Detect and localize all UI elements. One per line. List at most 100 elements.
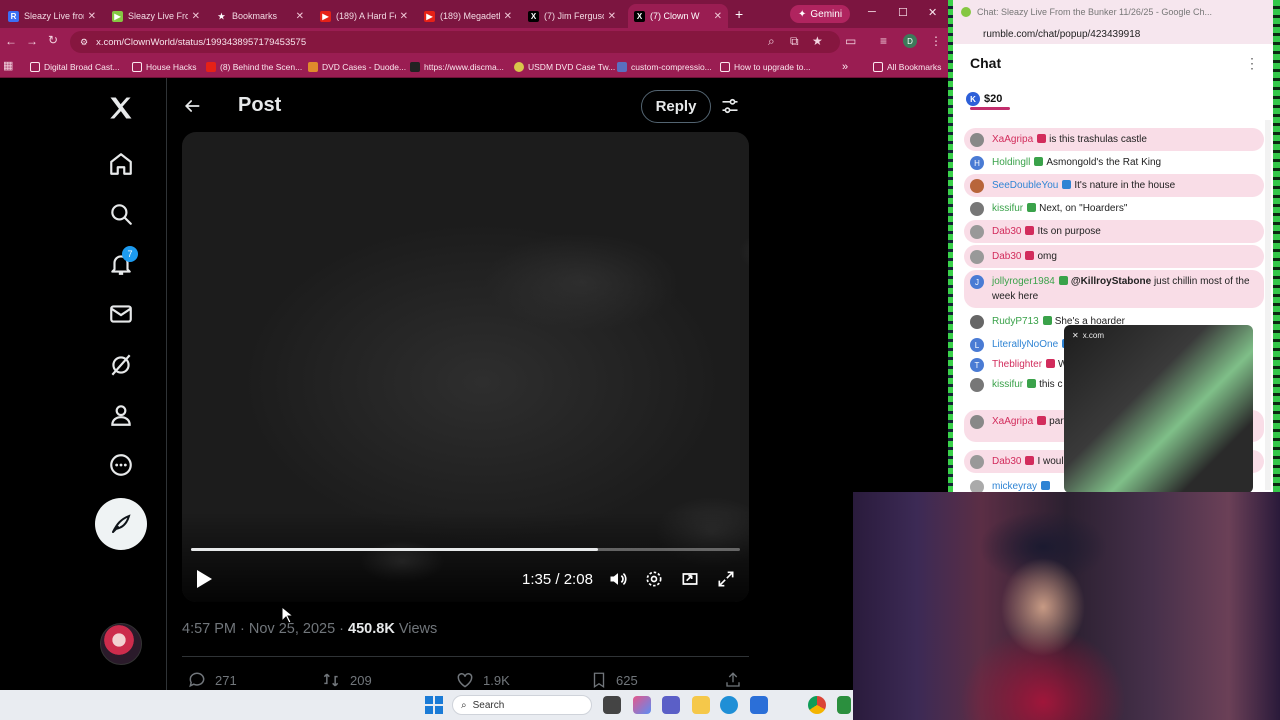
user-avatar[interactable]	[970, 415, 984, 429]
bookmark-item[interactable]: DVD Cases - Duode...	[308, 60, 406, 74]
video-progress-bar[interactable]	[191, 548, 740, 551]
bookmark-star-icon[interactable]: ★	[812, 34, 823, 48]
site-info-icon[interactable]: ⚙	[80, 37, 88, 48]
search-icon[interactable]	[105, 198, 137, 230]
home-icon[interactable]	[105, 148, 137, 180]
user-avatar[interactable]	[970, 315, 984, 329]
x-logo-icon[interactable]	[105, 92, 137, 124]
forward-icon[interactable]: →	[26, 34, 38, 48]
chat-username[interactable]: Holdingll	[992, 157, 1030, 168]
start-button[interactable]	[425, 696, 443, 714]
new-tab-button[interactable]: +	[735, 6, 743, 22]
chat-username[interactable]: jollyroger1984	[992, 276, 1055, 287]
maximize-button[interactable]: ☐	[898, 6, 908, 19]
back-icon[interactable]: ←	[5, 34, 17, 48]
tab-5[interactable]: ▶ (189) Megadeth ✕	[418, 4, 518, 28]
account-avatar[interactable]	[100, 623, 142, 665]
task-view-icon[interactable]	[603, 696, 621, 714]
zoom-icon[interactable]: ⌕	[768, 34, 775, 49]
chat-username[interactable]: RudyP713	[992, 316, 1039, 327]
gemini-button[interactable]: ✦ Gemini	[790, 5, 851, 23]
pip-button[interactable]	[680, 569, 700, 589]
bookmark-item[interactable]: How to upgrade to...	[720, 60, 811, 74]
bookmark-item[interactable]: (8) Behind the Scen...	[206, 60, 302, 74]
profile-avatar-icon[interactable]: D	[903, 34, 917, 48]
user-avatar[interactable]: T	[970, 358, 984, 372]
chat-username[interactable]: Theblighter	[992, 359, 1042, 370]
compose-post-button[interactable]	[95, 498, 147, 550]
chat-scrollbar[interactable]	[1265, 120, 1271, 490]
chat-username[interactable]: XaAgripa	[992, 416, 1033, 427]
close-icon[interactable]: ✕	[400, 11, 408, 22]
tab-3[interactable]: ★ Bookmarks ✕	[210, 4, 310, 28]
share-action[interactable]	[724, 670, 742, 690]
user-avatar[interactable]	[970, 179, 984, 193]
tab-1[interactable]: R Sleazy Live from ✕	[2, 4, 102, 28]
bookmark-item[interactable]: USDM DVD Case Tw...	[514, 60, 615, 74]
back-button[interactable]	[182, 96, 202, 116]
close-icon[interactable]: ✕	[192, 11, 200, 22]
chat-username[interactable]: kissifur	[992, 379, 1023, 390]
user-avatar[interactable]	[970, 250, 984, 264]
user-avatar[interactable]	[970, 455, 984, 469]
volume-button[interactable]	[608, 569, 628, 589]
address-bar[interactable]: ⚙ x.com/ClownWorld/status/19934389571794…	[70, 31, 840, 53]
like-action[interactable]: 1.9K	[455, 670, 510, 690]
user-avatar[interactable]: H	[970, 156, 984, 170]
file-explorer-icon[interactable]	[692, 696, 710, 714]
user-avatar[interactable]	[970, 378, 984, 392]
messages-icon[interactable]	[105, 298, 137, 330]
chat-username[interactable]: Dab30	[992, 226, 1021, 237]
menu-icon[interactable]: ⋮	[930, 34, 942, 48]
video-settings-button[interactable]	[644, 569, 664, 589]
chat-mention[interactable]: @KillroyStabone	[1071, 276, 1154, 287]
tab-2[interactable]: ▶ Sleazy Live From ✕	[106, 4, 206, 28]
close-icon[interactable]: ✕	[608, 11, 616, 22]
reload-icon[interactable]: ↻	[48, 33, 58, 47]
taskbar-search[interactable]: ⌕ Search	[452, 695, 592, 715]
close-icon[interactable]: ✕	[296, 11, 304, 22]
chat-username[interactable]: Dab30	[992, 456, 1021, 467]
reply-action[interactable]: 271	[187, 670, 237, 690]
chat-username[interactable]: SeeDoubleYou	[992, 180, 1058, 191]
post-timestamp[interactable]: 4:57 PM · Nov 25, 2025 ·	[182, 621, 348, 637]
tab-7-active[interactable]: X (7) Clown W ✕	[628, 4, 728, 28]
video-player[interactable]: 1:35 / 2:08	[182, 132, 749, 602]
store-icon[interactable]	[750, 696, 768, 714]
edge-icon[interactable]	[720, 696, 738, 714]
user-avatar[interactable]	[970, 225, 984, 239]
copilot-icon[interactable]	[633, 696, 651, 714]
picture-in-picture-video[interactable]: ✕ x.com	[1064, 325, 1253, 493]
tip-item[interactable]: K $20	[966, 92, 1002, 106]
sliders-icon[interactable]	[720, 96, 740, 116]
chat-username[interactable]: XaAgripa	[992, 134, 1033, 145]
bookmark-item[interactable]: custom-compressio...	[617, 60, 712, 74]
chat-username[interactable]: kissifur	[992, 203, 1023, 214]
bookmark-action[interactable]: 625	[590, 670, 638, 690]
reply-button[interactable]: Reply	[641, 90, 711, 123]
close-icon[interactable]: ✕	[714, 11, 722, 22]
chat-username[interactable]: LiterallyNoOne	[992, 339, 1058, 350]
user-avatar[interactable]: L	[970, 338, 984, 352]
bookmark-item[interactable]: House Hacks	[132, 60, 197, 74]
minimize-button[interactable]: ─	[868, 6, 876, 18]
fullscreen-button[interactable]	[716, 569, 736, 589]
app-icon[interactable]	[837, 696, 851, 714]
tab-4[interactable]: ▶ (189) A Hard Fo ✕	[314, 4, 414, 28]
chat-menu-icon[interactable]: ⋮	[1245, 55, 1259, 72]
chat-username[interactable]: mickeyray	[992, 481, 1037, 492]
all-bookmarks-button[interactable]: All Bookmarks	[873, 60, 941, 74]
media-control-icon[interactable]: ≡	[880, 34, 887, 48]
apps-grid-icon[interactable]: ▦	[3, 59, 13, 72]
bookmark-item[interactable]: Digital Broad Cast...	[30, 60, 120, 74]
user-avatar[interactable]	[970, 133, 984, 147]
close-window-button[interactable]: ✕	[928, 6, 937, 19]
profile-icon[interactable]	[105, 399, 137, 431]
repost-action[interactable]: 209	[320, 670, 372, 690]
install-icon[interactable]: ⧉	[790, 34, 799, 49]
more-bookmarks-button[interactable]: »	[842, 60, 848, 74]
bookmark-item[interactable]: https://www.discma...	[410, 60, 504, 74]
chrome-icon[interactable]	[808, 696, 826, 714]
user-avatar[interactable]	[970, 202, 984, 216]
teams-icon[interactable]	[662, 696, 680, 714]
